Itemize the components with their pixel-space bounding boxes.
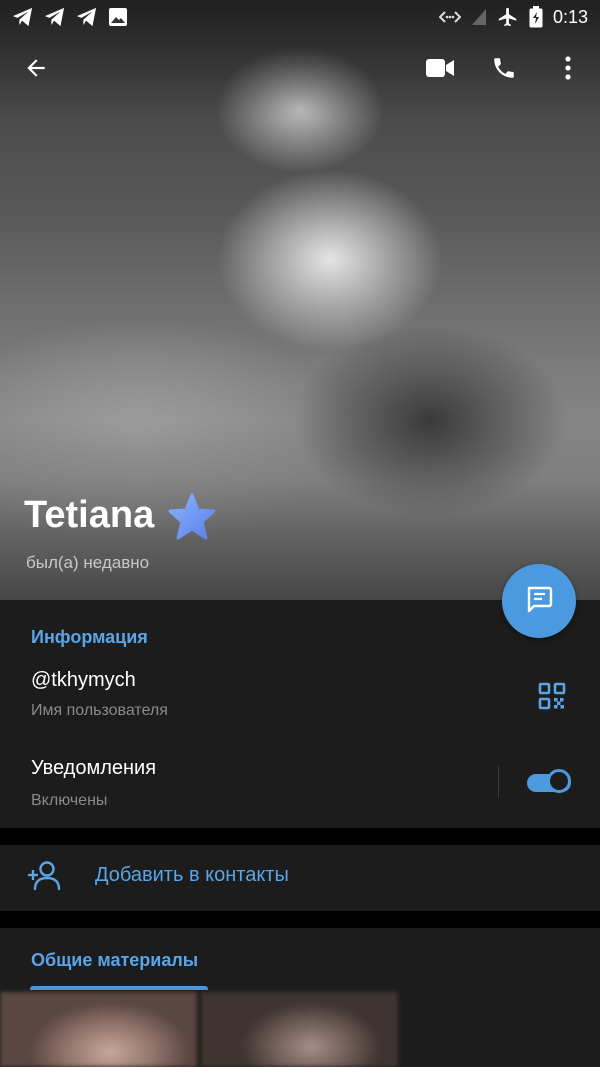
status-bar: 0:13 [0,0,600,34]
send-message-button[interactable] [502,564,576,638]
add-contact-label[interactable]: Добавить в контакты [95,864,289,887]
notifications-label[interactable]: Уведомления [31,757,156,780]
telegram-icon [76,7,98,27]
video-call-button[interactable] [416,46,464,94]
status-bar-notifications [12,7,128,27]
image-icon [108,7,128,27]
add-contact-row[interactable] [0,845,600,911]
qr-code-icon[interactable] [538,682,566,710]
more-options-button[interactable] [544,46,592,94]
add-person-icon [26,860,62,897]
message-icon [524,584,554,619]
app-bar [0,40,600,100]
more-vert-icon [564,55,572,86]
media-thumbnail[interactable] [201,992,398,1067]
telegram-icon [44,7,66,27]
signal-icon [471,8,487,26]
airplane-icon [497,6,519,28]
profile-name: Tetiana [24,494,155,536]
toggle-knob [547,769,571,793]
phone-icon [491,55,517,86]
tab-indicator [30,986,208,990]
status-time: 0:13 [552,6,588,27]
username-value[interactable]: @tkhymych [31,669,136,692]
back-arrow-icon [23,55,49,86]
premium-star-icon[interactable] [166,492,218,547]
tab-shared-media[interactable]: Общие материалы [31,950,198,971]
media-thumbnail[interactable] [0,992,197,1067]
notifications-toggle[interactable] [527,768,573,796]
notifications-status: Включены [31,792,108,809]
last-seen-status: был(а) недавно [26,553,150,572]
info-section-title: Информация [31,627,148,647]
status-bar-system: 0:13 [438,6,588,28]
notifications-divider [498,766,499,798]
battery-icon [529,6,543,28]
call-button[interactable] [480,46,528,94]
username-label: Имя пользователя [31,702,168,719]
data-saver-icon [438,9,461,25]
back-button[interactable] [12,46,60,94]
video-call-icon [425,57,455,84]
telegram-icon [12,7,34,27]
